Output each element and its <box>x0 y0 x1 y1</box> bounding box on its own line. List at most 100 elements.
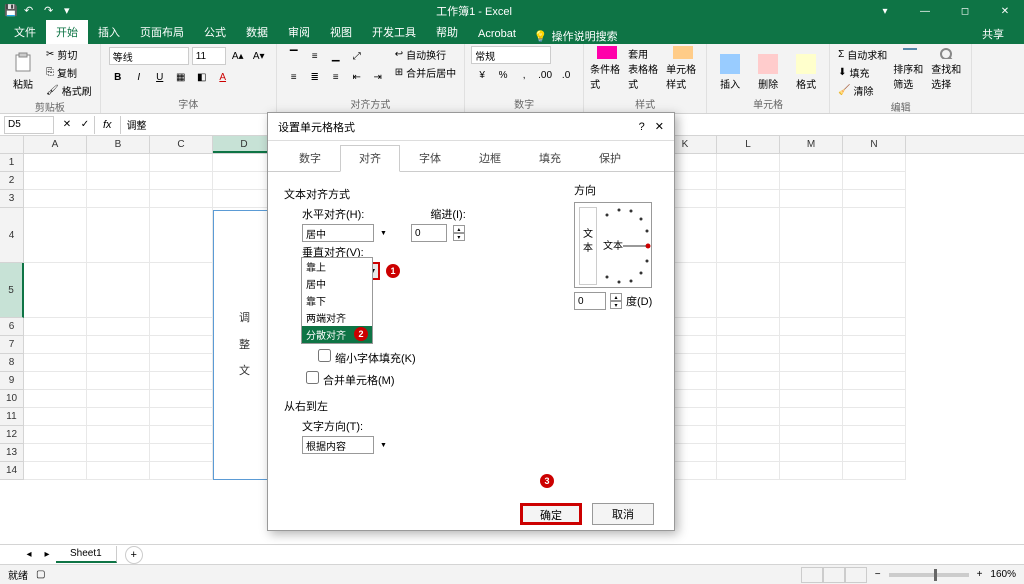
normal-view-button[interactable] <box>801 567 823 583</box>
cell[interactable] <box>843 154 906 172</box>
minimize-button[interactable]: — <box>910 6 940 17</box>
format-as-table-button[interactable]: 套用 表格格式 <box>628 46 662 92</box>
cell[interactable] <box>843 263 906 318</box>
col-header[interactable]: A <box>24 136 87 153</box>
dlg-tab-font[interactable]: 字体 <box>400 145 460 171</box>
row-header[interactable]: 4 <box>0 208 24 263</box>
row-header[interactable]: 6 <box>0 318 24 336</box>
sheet-tab[interactable]: Sheet1 <box>56 546 117 563</box>
cell-styles-button[interactable]: 单元格样式 <box>666 46 700 92</box>
confirm-entry-button[interactable]: ✓ <box>76 116 94 134</box>
cell[interactable] <box>87 208 150 263</box>
cell[interactable] <box>87 354 150 372</box>
cell[interactable] <box>717 318 780 336</box>
orientation-button[interactable]: ⤢ <box>348 47 366 65</box>
decrease-font-button[interactable]: A▾ <box>250 47 268 65</box>
indent-spinner[interactable] <box>411 224 447 242</box>
cell[interactable] <box>843 408 906 426</box>
row-header[interactable]: 11 <box>0 408 24 426</box>
dlg-tab-border[interactable]: 边框 <box>460 145 520 171</box>
orientation-vertical-text[interactable]: 文 本 <box>579 207 597 285</box>
cell[interactable] <box>87 336 150 354</box>
cell[interactable] <box>780 318 843 336</box>
cell[interactable] <box>780 154 843 172</box>
cell[interactable] <box>150 318 213 336</box>
drop-item[interactable]: 居中 <box>302 275 372 292</box>
cell[interactable] <box>87 444 150 462</box>
cell[interactable] <box>87 172 150 190</box>
cell[interactable] <box>150 154 213 172</box>
cell[interactable] <box>780 354 843 372</box>
row-header[interactable]: 7 <box>0 336 24 354</box>
tab-developer[interactable]: 开发工具 <box>362 20 426 44</box>
macro-record-icon[interactable]: ▢ <box>36 569 45 580</box>
cell[interactable] <box>717 336 780 354</box>
cell[interactable] <box>843 318 906 336</box>
font-name-combo[interactable] <box>109 47 189 65</box>
cell[interactable] <box>717 263 780 318</box>
redo-icon[interactable]: ↷ <box>44 4 58 18</box>
cell[interactable] <box>717 354 780 372</box>
cell[interactable] <box>717 172 780 190</box>
degree-up-button[interactable]: ▴ <box>610 293 622 301</box>
cell[interactable] <box>843 354 906 372</box>
row-header[interactable]: 12 <box>0 426 24 444</box>
paste-button[interactable]: 粘贴 <box>6 46 40 92</box>
tab-insert[interactable]: 插入 <box>88 20 130 44</box>
autosum-button[interactable]: Σ自动求和 <box>836 46 889 63</box>
sort-filter-button[interactable]: 排序和筛选 <box>893 46 927 92</box>
drop-item[interactable]: 靠上 <box>302 258 372 275</box>
copy-button[interactable]: ⎘复制 <box>44 64 94 81</box>
align-top-button[interactable]: ▔ <box>285 47 303 65</box>
cell[interactable] <box>780 172 843 190</box>
zoom-in-button[interactable]: + <box>977 569 983 580</box>
bold-button[interactable]: B <box>109 68 127 86</box>
tab-data[interactable]: 数据 <box>236 20 278 44</box>
cell[interactable] <box>717 372 780 390</box>
align-left-button[interactable]: ≡ <box>285 68 303 86</box>
insert-function-button[interactable]: fx <box>94 116 121 134</box>
cell[interactable] <box>150 462 213 480</box>
cell[interactable] <box>24 354 87 372</box>
cell[interactable] <box>87 318 150 336</box>
dlg-tab-protect[interactable]: 保护 <box>580 145 640 171</box>
cell[interactable] <box>150 172 213 190</box>
find-select-button[interactable]: 查找和选择 <box>931 46 965 92</box>
cell[interactable] <box>24 190 87 208</box>
degree-spinner[interactable] <box>574 292 606 310</box>
delete-cells-button[interactable]: 删除 <box>751 46 785 92</box>
maximize-button[interactable]: ◻ <box>950 6 980 17</box>
zoom-out-button[interactable]: − <box>875 569 881 580</box>
row-header[interactable]: 9 <box>0 372 24 390</box>
cell[interactable] <box>780 336 843 354</box>
cell[interactable] <box>780 444 843 462</box>
undo-icon[interactable]: ↶ <box>24 4 38 18</box>
col-header[interactable]: B <box>87 136 150 153</box>
merge-checkbox[interactable] <box>306 371 319 384</box>
col-header[interactable]: L <box>717 136 780 153</box>
cell[interactable] <box>24 444 87 462</box>
cell[interactable] <box>150 390 213 408</box>
cell[interactable] <box>780 408 843 426</box>
row-header[interactable]: 13 <box>0 444 24 462</box>
fill-button[interactable]: ⬇填充 <box>836 64 889 81</box>
cell[interactable] <box>24 336 87 354</box>
cell[interactable] <box>717 390 780 408</box>
cell[interactable] <box>780 390 843 408</box>
tab-acrobat[interactable]: Acrobat <box>468 24 526 44</box>
tab-home[interactable]: 开始 <box>46 20 88 44</box>
tab-file[interactable]: 文件 <box>4 20 46 44</box>
close-button[interactable]: ✕ <box>990 6 1020 17</box>
decrease-decimal-button[interactable]: .0 <box>557 66 575 84</box>
degree-down-button[interactable]: ▾ <box>610 301 622 309</box>
h-align-combo[interactable] <box>302 224 374 242</box>
insert-cells-button[interactable]: 插入 <box>713 46 747 92</box>
fill-color-button[interactable]: ◧ <box>193 68 211 86</box>
increase-indent-button[interactable]: ⇥ <box>369 68 387 86</box>
cell[interactable] <box>717 408 780 426</box>
sheet-nav-last-button[interactable]: ▸ <box>38 546 56 564</box>
number-format-combo[interactable] <box>471 46 551 64</box>
drop-item[interactable]: 靠下 <box>302 292 372 309</box>
cell[interactable] <box>24 426 87 444</box>
cell[interactable] <box>780 263 843 318</box>
